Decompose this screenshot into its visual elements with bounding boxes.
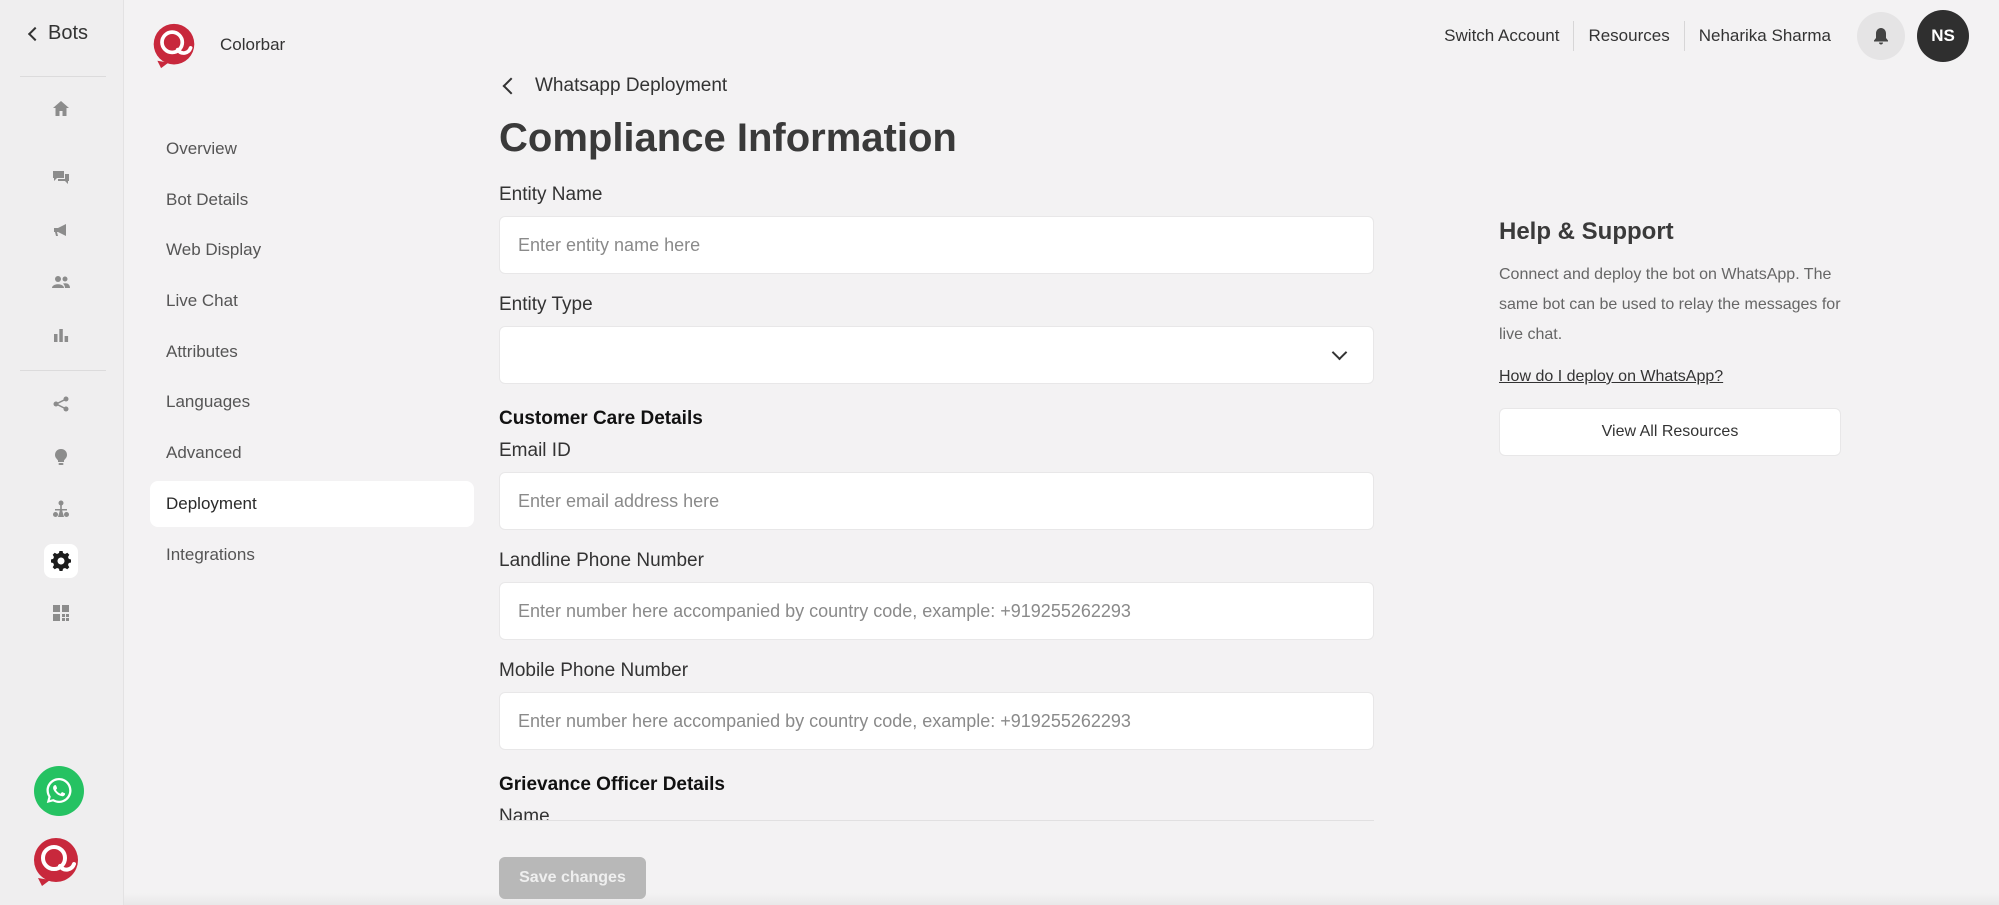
sidebar-item-deployment[interactable]: Deployment bbox=[150, 480, 474, 527]
landline-label: Landline Phone Number bbox=[499, 550, 704, 571]
email-label: Email ID bbox=[499, 440, 571, 461]
chevron-left-icon bbox=[502, 77, 520, 95]
entity-type-label: Entity Type bbox=[499, 294, 593, 315]
entity-name-placeholder: Enter entity name here bbox=[518, 234, 701, 255]
home-icon[interactable] bbox=[44, 92, 78, 126]
org-icon[interactable] bbox=[44, 492, 78, 526]
back-label: Bots bbox=[48, 22, 89, 44]
chevron-down-icon bbox=[1331, 344, 1348, 360]
sidebar-item-attributes[interactable]: Attributes bbox=[150, 329, 474, 375]
sidebar-item-live-chat[interactable]: Live Chat bbox=[150, 278, 474, 324]
email-field[interactable]: Enter email address here bbox=[499, 472, 1374, 530]
gear-icon[interactable] bbox=[44, 544, 78, 578]
sidebar-item-advanced[interactable]: Advanced bbox=[150, 430, 474, 476]
landline-phone-field[interactable]: Enter number here accompanied by country… bbox=[499, 582, 1374, 640]
settings-sidebar: Colorbar Overview Bot Details Web Displa… bbox=[124, 0, 482, 905]
customer-care-heading: Customer Care Details bbox=[499, 408, 703, 429]
bot-name: Colorbar bbox=[220, 35, 286, 54]
user-name[interactable]: Neharika Sharma bbox=[1685, 21, 1845, 51]
brand-bot-logo[interactable] bbox=[30, 836, 82, 888]
view-all-resources-button[interactable]: View All Resources bbox=[1499, 408, 1841, 456]
qr-icon[interactable] bbox=[44, 596, 78, 630]
page-title: Compliance Information bbox=[499, 116, 957, 160]
switch-account-link[interactable]: Switch Account bbox=[1430, 21, 1575, 51]
sidebar-item-languages[interactable]: Languages bbox=[150, 379, 474, 425]
entity-name-label: Entity Name bbox=[499, 184, 603, 205]
back-to-bots-link[interactable]: Bots bbox=[27, 22, 89, 45]
mobile-phone-field[interactable]: Enter number here accompanied by country… bbox=[499, 692, 1374, 750]
landline-placeholder: Enter number here accompanied by country… bbox=[518, 600, 1131, 621]
resources-link[interactable]: Resources bbox=[1574, 21, 1685, 51]
chevron-left-icon bbox=[27, 26, 43, 42]
entity-name-input[interactable]: Enter entity name here bbox=[499, 216, 1374, 274]
sidebar-item-integrations[interactable]: Integrations bbox=[150, 532, 474, 578]
help-title: Help & Support bbox=[1499, 218, 1674, 245]
bot-logo bbox=[150, 20, 198, 72]
footer-bar bbox=[124, 893, 1999, 905]
breadcrumb[interactable]: Whatsapp Deployment bbox=[499, 70, 1375, 102]
entity-type-select[interactable] bbox=[499, 326, 1374, 384]
avatar[interactable]: NS bbox=[1917, 10, 1969, 62]
email-placeholder: Enter email address here bbox=[518, 490, 720, 511]
sidebar-item-web-display[interactable]: Web Display bbox=[150, 227, 474, 273]
flow-icon[interactable] bbox=[44, 387, 78, 421]
rail-divider bbox=[20, 370, 106, 371]
breadcrumb-label: Whatsapp Deployment bbox=[535, 75, 728, 96]
bell-icon[interactable] bbox=[1857, 12, 1905, 60]
icon-rail: Bots bbox=[0, 0, 124, 905]
chat-icon[interactable] bbox=[44, 161, 78, 195]
grievance-heading: Grievance Officer Details bbox=[499, 774, 725, 795]
rail-divider bbox=[20, 76, 106, 77]
top-header: Switch Account Resources Neharika Sharma… bbox=[1430, 10, 1999, 62]
mobile-placeholder: Enter number here accompanied by country… bbox=[518, 710, 1131, 731]
bulb-icon[interactable] bbox=[44, 440, 78, 474]
sidebar-item-bot-details[interactable]: Bot Details bbox=[150, 177, 474, 223]
scroll-divider bbox=[499, 820, 1374, 821]
save-button[interactable]: Save changes bbox=[499, 857, 646, 899]
sidebar-item-overview[interactable]: Overview bbox=[150, 126, 474, 172]
help-panel: Help & Support Connect and deploy the bo… bbox=[1499, 218, 1841, 456]
grievance-name-label: Name bbox=[499, 806, 550, 820]
settings-menu: Overview Bot Details Web Display Live Ch… bbox=[150, 126, 474, 582]
how-to-deploy-link[interactable]: How do I deploy on WhatsApp? bbox=[1499, 368, 1841, 386]
users-icon[interactable] bbox=[44, 265, 78, 299]
help-body: Connect and deploy the bot on WhatsApp. … bbox=[1499, 266, 1841, 343]
mobile-label: Mobile Phone Number bbox=[499, 660, 689, 681]
whatsapp-icon[interactable] bbox=[34, 766, 84, 816]
compliance-form: Whatsapp Deployment Compliance Informati… bbox=[499, 70, 1375, 821]
megaphone-icon[interactable] bbox=[44, 213, 78, 247]
bar-chart-icon[interactable] bbox=[44, 318, 78, 352]
